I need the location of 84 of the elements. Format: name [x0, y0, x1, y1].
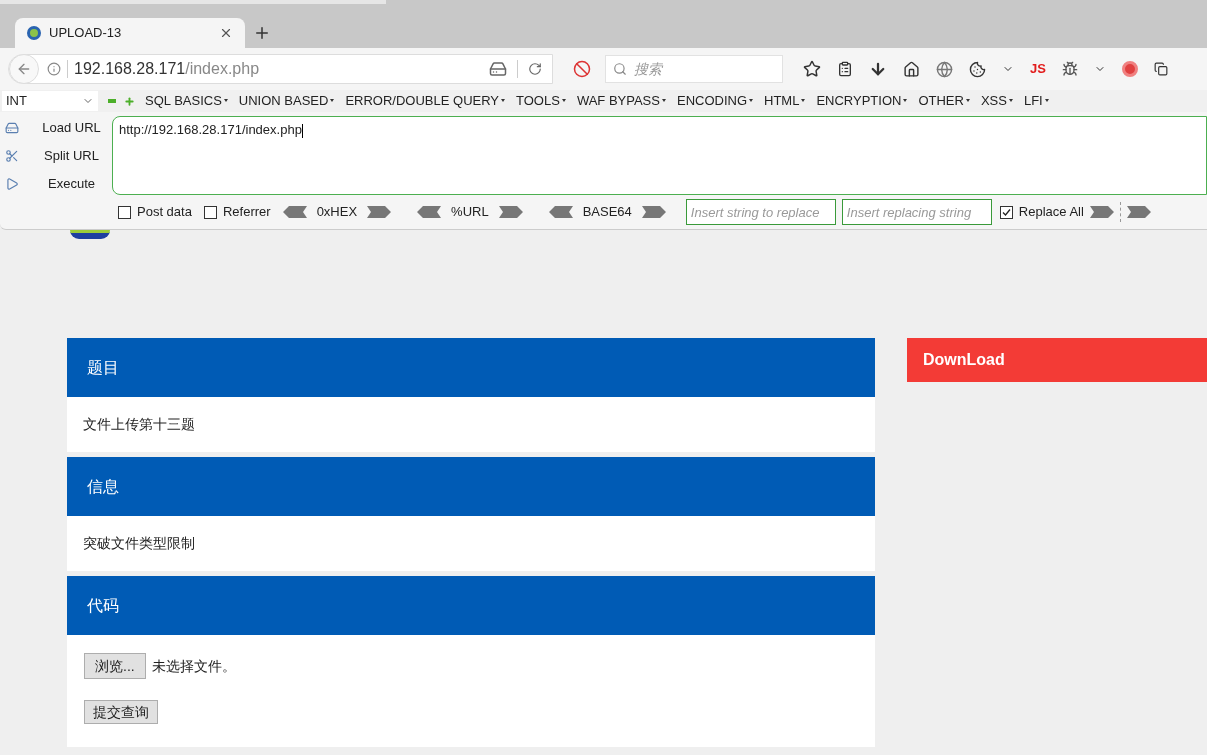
caret-icon — [1044, 98, 1049, 102]
section-header: 题目 — [67, 338, 875, 397]
drive-icon[interactable] — [489, 60, 507, 78]
reload-icon[interactable] — [528, 62, 542, 76]
left-arrow-icon[interactable] — [282, 206, 307, 219]
section-body: 文件上传第十三题 — [67, 397, 875, 452]
caret-icon — [749, 98, 754, 102]
copy-icon[interactable] — [1153, 62, 1168, 76]
plus-icon[interactable] — [124, 95, 135, 107]
url-text: 192.168.28.171/index.php — [74, 59, 261, 79]
download-header: DownLoad — [907, 338, 1207, 382]
address-bar[interactable]: 192.168.28.171/index.php — [8, 54, 553, 84]
caret-icon — [1008, 98, 1013, 102]
hackbar-menu[interactable]: ENCRYPTION — [816, 91, 908, 111]
submit-button[interactable]: 提交查询 — [84, 700, 158, 724]
cookie-icon[interactable] — [969, 60, 986, 78]
checkbox-label: Replace All — [1018, 203, 1084, 222]
back-button[interactable] — [9, 54, 39, 84]
bug-icon[interactable] — [1061, 61, 1078, 77]
js-icon[interactable]: JS — [1030, 59, 1046, 79]
replace-to-field[interactable]: Insert replacing string — [841, 199, 992, 226]
right-arrow-icon[interactable] — [1089, 206, 1114, 219]
hackbar-menu[interactable]: TOOLS — [516, 91, 566, 111]
checkbox-label: Post data — [137, 203, 192, 222]
tab-title: UPLOAD-13 — [49, 24, 123, 43]
hackbar-menu[interactable]: ERROR/DOUBLE QUERY — [345, 91, 506, 111]
hackbar-menu[interactable]: LFI — [1023, 91, 1049, 111]
section-header: 信息 — [67, 457, 875, 516]
caret-icon — [223, 98, 228, 102]
logo-fragment-icon — [70, 230, 110, 239]
browser-tab[interactable]: UPLOAD-13 — [15, 18, 245, 48]
clipboard-icon[interactable] — [837, 61, 853, 77]
checkbox[interactable] — [999, 205, 1013, 219]
replace-from-field[interactable]: Insert string to replace — [685, 199, 836, 226]
play-icon — [5, 177, 19, 191]
hackbar-menu[interactable]: WAF BYPASS — [576, 91, 666, 111]
home-icon[interactable] — [903, 60, 920, 78]
right-arrow-icon[interactable] — [1126, 206, 1151, 219]
type-select[interactable]: INT — [2, 91, 98, 111]
encoder-label: %URL — [451, 203, 489, 222]
close-icon[interactable] — [219, 26, 233, 40]
scissors-icon — [5, 149, 19, 163]
hackbar-menu[interactable]: ENCODING — [676, 91, 754, 111]
drive-icon — [5, 121, 19, 135]
left-arrow-icon[interactable] — [417, 206, 442, 219]
checkbox[interactable] — [118, 205, 131, 219]
new-tab-icon[interactable] — [253, 24, 271, 42]
checkbox-label: Referrer — [222, 203, 271, 222]
url-textarea[interactable]: http://192.168.28.171/index.php — [112, 116, 1207, 196]
site-logo-icon — [27, 26, 41, 40]
caret-icon — [801, 98, 806, 102]
hackbar-menu[interactable]: HTML — [764, 91, 806, 111]
caret-icon — [965, 98, 970, 102]
right-arrow-icon[interactable] — [641, 206, 666, 219]
globe-icon[interactable] — [936, 60, 953, 78]
hackbar-action[interactable]: Execute — [31, 174, 112, 194]
hackbar-action[interactable]: Load URL — [31, 118, 112, 138]
star-icon[interactable] — [803, 60, 821, 78]
hackbar-menu[interactable]: UNION BASED — [238, 91, 335, 111]
hackbar-menu[interactable]: XSS — [980, 91, 1013, 111]
download-icon[interactable] — [869, 60, 887, 78]
info-icon[interactable] — [47, 62, 61, 76]
section-header: 代码 — [67, 576, 875, 635]
caret-icon — [561, 98, 566, 102]
caret-icon — [903, 98, 908, 102]
left-arrow-icon[interactable] — [548, 206, 573, 219]
search-field[interactable]: 搜索 — [605, 55, 783, 83]
checkbox[interactable] — [203, 205, 217, 219]
target-icon[interactable] — [1121, 61, 1138, 77]
caret-icon — [501, 98, 506, 102]
encoder-label: BASE64 — [582, 203, 632, 222]
hackbar-menu[interactable]: SQL BASICS — [145, 91, 228, 111]
hackbar-menu[interactable]: OTHER — [918, 91, 970, 111]
caret-icon — [661, 98, 666, 102]
encoder-label: 0xHEX — [316, 203, 358, 222]
search-icon — [613, 62, 627, 76]
right-arrow-icon[interactable] — [367, 206, 392, 219]
hackbar-action[interactable]: Split URL — [31, 146, 112, 166]
file-status: 未选择文件。 — [151, 656, 236, 676]
browse-button[interactable]: 浏览... — [84, 653, 146, 679]
right-arrow-icon[interactable] — [498, 206, 523, 219]
caret-icon — [330, 98, 335, 102]
blocked-icon[interactable] — [573, 60, 591, 78]
section-body: 突破文件类型限制 — [67, 516, 875, 571]
